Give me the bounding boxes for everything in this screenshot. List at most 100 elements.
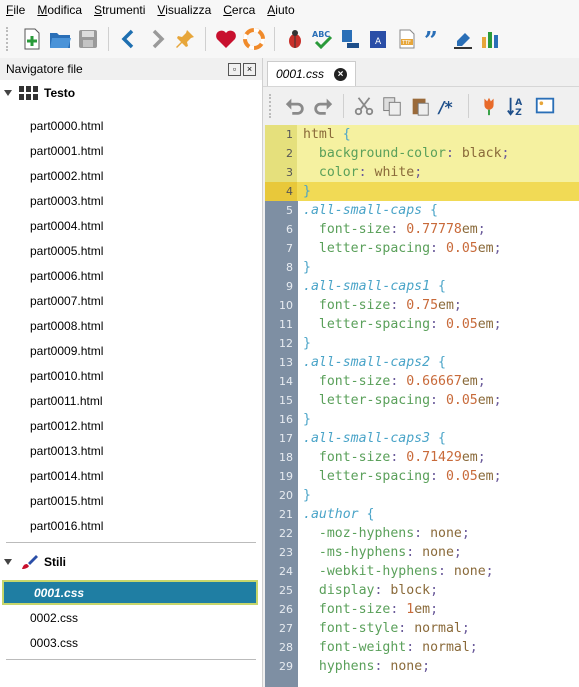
- lifebuoy-icon[interactable]: [240, 25, 268, 53]
- code-line[interactable]: 9 .all-small-caps1 {: [265, 277, 579, 296]
- code-line[interactable]: 15 letter-spacing: 0.05em;: [265, 391, 579, 410]
- file-item[interactable]: part0006.html: [0, 263, 262, 288]
- code-line[interactable]: 10 font-size: 0.75em;: [265, 296, 579, 315]
- file-item[interactable]: part0010.html: [0, 363, 262, 388]
- close-panel-icon[interactable]: ×: [243, 62, 256, 76]
- file-item[interactable]: part0000.html: [0, 113, 262, 138]
- file-item[interactable]: part0005.html: [0, 238, 262, 263]
- code-line[interactable]: 25 display: block;: [265, 581, 579, 600]
- comment-icon[interactable]: /*: [434, 92, 462, 120]
- line-number: 23: [279, 546, 293, 559]
- menu-visualizza[interactable]: Visualizza: [151, 0, 217, 20]
- undo-icon[interactable]: [281, 92, 309, 120]
- forward-icon[interactable]: [143, 25, 171, 53]
- toolbar-separator: [468, 94, 469, 118]
- code-line[interactable]: 29 hyphens: none;: [265, 657, 579, 676]
- sort-az-icon[interactable]: AZ: [503, 92, 531, 120]
- menu-aiuto[interactable]: Aiuto: [261, 0, 300, 20]
- code-line[interactable]: 17 .all-small-caps3 {: [265, 429, 579, 448]
- code-line[interactable]: 20}: [265, 486, 579, 505]
- navigator-title: Navigatore file: [6, 62, 83, 76]
- back-icon[interactable]: [115, 25, 143, 53]
- menu-file[interactable]: File: [0, 0, 31, 20]
- code-line[interactable]: 6 font-size: 0.77778em;: [265, 220, 579, 239]
- file-item[interactable]: part0014.html: [0, 463, 262, 488]
- copy-icon[interactable]: [378, 92, 406, 120]
- file-item[interactable]: part0009.html: [0, 338, 262, 363]
- menu-cerca[interactable]: Cerca: [217, 0, 261, 20]
- style-file-item[interactable]: 0001.css: [2, 580, 258, 605]
- bar-chart-icon[interactable]: [477, 25, 505, 53]
- code-line[interactable]: 13 .all-small-caps2 {: [265, 353, 579, 372]
- code-line[interactable]: 19 letter-spacing: 0.05em;: [265, 467, 579, 486]
- code-line[interactable]: 8}: [265, 258, 579, 277]
- close-icon[interactable]: ×: [334, 67, 348, 81]
- image-icon[interactable]: [531, 92, 559, 120]
- code-line[interactable]: 4}: [265, 182, 579, 201]
- code-line[interactable]: 2 background-color: black;: [265, 144, 579, 163]
- quote-icon[interactable]: ”: [421, 25, 449, 53]
- toolbar-grip[interactable]: [6, 27, 12, 51]
- cut-icon[interactable]: [350, 92, 378, 120]
- expand-arrow-icon[interactable]: [4, 558, 12, 565]
- code-line[interactable]: 14 font-size: 0.66667em;: [265, 372, 579, 391]
- heart-icon[interactable]: [212, 25, 240, 53]
- file-item[interactable]: part0012.html: [0, 413, 262, 438]
- save-icon[interactable]: [74, 25, 102, 53]
- code-line[interactable]: 28 font-weight: normal;: [265, 638, 579, 657]
- redo-icon[interactable]: [309, 92, 337, 120]
- style-file-list: 0001.css 0002.css 0003.css: [0, 574, 262, 655]
- file-item[interactable]: part0003.html: [0, 188, 262, 213]
- code-line[interactable]: 18 font-size: 0.71429em;: [265, 448, 579, 467]
- code-line[interactable]: 23 -ms-hyphens: none;: [265, 543, 579, 562]
- file-item[interactable]: part0016.html: [0, 513, 262, 538]
- file-item[interactable]: part0001.html: [0, 138, 262, 163]
- file-item[interactable]: part0013.html: [0, 438, 262, 463]
- eraser-icon[interactable]: [449, 25, 477, 53]
- code-text: letter-spacing: 0.05em;: [318, 241, 502, 256]
- text-flow-icon[interactable]: [337, 25, 365, 53]
- float-panel-icon[interactable]: ▫: [228, 62, 241, 76]
- file-item[interactable]: part0015.html: [0, 488, 262, 513]
- code-line[interactable]: 26 font-size: 1em;: [265, 600, 579, 619]
- style-file-item[interactable]: 0002.css: [0, 605, 262, 630]
- code-line[interactable]: 27 font-style: normal;: [265, 619, 579, 638]
- code-line[interactable]: 24 -webkit-hyphens: none;: [265, 562, 579, 581]
- folder-text[interactable]: Testo: [0, 80, 262, 105]
- file-item[interactable]: part0011.html: [0, 388, 262, 413]
- code-line[interactable]: 11 letter-spacing: 0.05em;: [265, 315, 579, 334]
- menu-strumenti[interactable]: Strumenti: [88, 0, 151, 20]
- line-number: 6: [286, 223, 293, 236]
- menu-modifica[interactable]: Modifica: [31, 0, 88, 20]
- pin-icon[interactable]: [171, 25, 199, 53]
- font-file-icon[interactable]: TTF: [393, 25, 421, 53]
- code-line[interactable]: 1 html {: [265, 125, 579, 144]
- line-number: 2: [265, 144, 297, 163]
- file-item[interactable]: part0008.html: [0, 313, 262, 338]
- paste-icon[interactable]: [406, 92, 434, 120]
- code-line[interactable]: 12}: [265, 334, 579, 353]
- toolbar-grip[interactable]: [269, 94, 275, 118]
- new-file-icon[interactable]: [18, 25, 46, 53]
- code-line[interactable]: 7 letter-spacing: 0.05em;: [265, 239, 579, 258]
- folder-styles[interactable]: Stili: [0, 549, 262, 574]
- bug-icon[interactable]: [281, 25, 309, 53]
- code-line[interactable]: 5 .all-small-caps {: [265, 201, 579, 220]
- code-editor[interactable]: 1 html {2 background-color: black; 3 color…: [265, 125, 579, 687]
- tab-0001-css[interactable]: 0001.css ×: [267, 61, 357, 86]
- code-line[interactable]: 16}: [265, 410, 579, 429]
- code-line[interactable]: 21 .author {: [265, 505, 579, 524]
- spellcheck-icon[interactable]: ABC: [309, 25, 337, 53]
- open-folder-icon[interactable]: [46, 25, 74, 53]
- file-item[interactable]: part0007.html: [0, 288, 262, 313]
- tulip-icon[interactable]: [475, 92, 503, 120]
- line-number: 17: [279, 432, 293, 445]
- navigator-header: Navigatore file ▫ ×: [0, 58, 262, 80]
- file-item[interactable]: part0002.html: [0, 163, 262, 188]
- book-icon[interactable]: A: [365, 25, 393, 53]
- code-line[interactable]: 3 color: white;: [265, 163, 579, 182]
- style-file-item[interactable]: 0003.css: [0, 630, 262, 655]
- expand-arrow-icon[interactable]: [4, 89, 12, 96]
- file-item[interactable]: part0004.html: [0, 213, 262, 238]
- code-line[interactable]: 22 -moz-hyphens: none;: [265, 524, 579, 543]
